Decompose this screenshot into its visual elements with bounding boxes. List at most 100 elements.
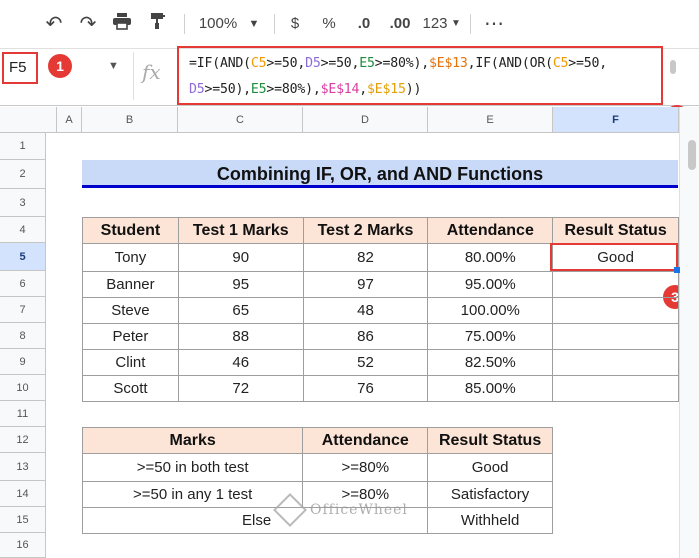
table-row: >=50 in both test >=80% Good [81, 453, 553, 482]
column-header-e[interactable]: E [428, 107, 553, 133]
table-cell[interactable]: Peter [82, 323, 179, 350]
table-cell[interactable]: Steve [82, 297, 179, 324]
currency-button[interactable]: $ [284, 12, 306, 36]
column-header-d[interactable]: D [303, 107, 428, 133]
criteria-header-cell: Marks [81, 427, 304, 454]
table-cell[interactable]: 97 [302, 271, 429, 298]
column-header-b[interactable]: B [82, 107, 178, 133]
chevron-down-icon[interactable]: ▼ [108, 60, 119, 72]
scrollbar-thumb[interactable] [670, 60, 676, 74]
row-header-14[interactable]: 14 [0, 481, 46, 507]
result-status-cell[interactable] [552, 271, 679, 298]
row-header-5[interactable]: 5 [0, 243, 46, 271]
more-options-icon[interactable]: ⋯ [482, 12, 506, 36]
table-cell[interactable]: 82.50% [427, 349, 554, 376]
table-cell[interactable]: Good [427, 453, 553, 482]
vertical-scrollbar[interactable] [679, 107, 699, 558]
undo-icon[interactable]: ↶ [42, 12, 66, 36]
column-header-f[interactable]: F [553, 107, 679, 133]
table-cell[interactable]: >=50 in any 1 test [81, 481, 304, 508]
result-status-cell[interactable] [552, 349, 679, 376]
selected-cell-highlight [550, 243, 678, 271]
column-header-cell: Result Status [552, 217, 679, 244]
table-cell[interactable]: Scott [82, 375, 179, 402]
row-header-1[interactable]: 1 [0, 133, 46, 160]
table-cell[interactable]: 85.00% [427, 375, 554, 402]
paint-format-icon[interactable] [146, 12, 170, 36]
table-cell[interactable]: 100.00% [427, 297, 554, 324]
table-cell[interactable]: Tony [82, 243, 179, 272]
print-icon[interactable] [110, 12, 134, 36]
formula-input[interactable]: =IF(AND(C5>=50,D5>=50,E5>=80%),$E$13,IF(… [177, 46, 663, 105]
table-cell[interactable]: Satisfactory [427, 481, 553, 508]
row-header-10[interactable]: 10 [0, 375, 46, 401]
table-cell[interactable]: 48 [302, 297, 429, 324]
table-cell[interactable]: >=50 in both test [81, 453, 304, 482]
formula-token: )) [405, 82, 422, 97]
table-cell[interactable]: 80.00% [427, 243, 554, 272]
table-cell[interactable]: 90 [177, 243, 304, 272]
zoom-select[interactable]: 100% [196, 12, 240, 36]
chevron-down-icon[interactable]: ▼ [246, 12, 262, 36]
column-header-c[interactable]: C [178, 107, 303, 133]
table-cell[interactable]: 76 [302, 375, 429, 402]
column-header-cell: Student [82, 217, 179, 244]
table-cell[interactable]: 86 [302, 323, 429, 350]
redo-icon[interactable]: ↷ [76, 12, 100, 36]
result-status-cell[interactable] [552, 375, 679, 402]
row-header-6[interactable]: 6 [0, 271, 46, 297]
row-header-8[interactable]: 8 [0, 323, 46, 349]
result-status-cell[interactable] [552, 323, 679, 350]
table-cell[interactable]: 82 [302, 243, 429, 272]
table-cell[interactable]: 88 [177, 323, 304, 350]
row-header-2[interactable]: 2 [0, 160, 46, 189]
sheet-title: Combining IF, OR, and AND Functions [82, 160, 678, 188]
row-header-9[interactable]: 9 [0, 349, 46, 375]
criteria-header-cell: Result Status [427, 427, 553, 454]
name-box[interactable]: F5 [2, 52, 38, 84]
row-header-4[interactable]: 4 [0, 217, 46, 243]
table-cell[interactable]: 75.00% [427, 323, 554, 350]
fx-icon: fx [142, 60, 161, 84]
fill-handle[interactable] [674, 267, 680, 273]
table-cell[interactable]: 46 [177, 349, 304, 376]
row-header-15[interactable]: 15 [0, 507, 46, 533]
formula-token: =IF(AND( [189, 56, 251, 71]
table-cell[interactable]: Withheld [427, 507, 553, 534]
formula-token: >=50), [204, 82, 251, 97]
more-formats-button[interactable]: 123 [420, 12, 450, 36]
table-cell[interactable]: Clint [82, 349, 179, 376]
column-header-cell: Attendance [427, 217, 554, 244]
result-status-cell[interactable] [552, 297, 679, 324]
table-cell[interactable]: 95 [177, 271, 304, 298]
formula-token: $E$13 [428, 56, 468, 71]
row-header-11[interactable]: 11 [0, 401, 46, 427]
chevron-down-icon[interactable]: ▼ [450, 12, 462, 36]
row-header-16[interactable]: 16 [0, 533, 46, 558]
column-header-a[interactable]: A [57, 107, 82, 133]
row-header-3[interactable]: 3 [0, 189, 46, 217]
formula-token: >=50, [568, 56, 607, 71]
table-cell[interactable]: Banner [82, 271, 179, 298]
table-cell[interactable]: >=80% [302, 453, 429, 482]
row-header-12[interactable]: 12 [0, 427, 46, 453]
table-cell[interactable]: 52 [302, 349, 429, 376]
toolbar: ↶ ↷ 100% ▼ $ % .0 .00 123 ▼ ⋯ [0, 0, 699, 48]
table-cell[interactable]: 72 [177, 375, 304, 402]
table-row: Banner 95 97 95.00% [82, 271, 679, 298]
formula-token: , [359, 82, 368, 97]
table-row: Peter 88 86 75.00% [82, 323, 679, 350]
table-row: Clint 46 52 82.50% [82, 349, 679, 376]
row-header-13[interactable]: 13 [0, 453, 46, 481]
scrollbar-thumb[interactable] [688, 140, 696, 170]
decrease-decimal-button[interactable]: .0 [352, 12, 376, 36]
increase-decimal-button[interactable]: .00 [386, 12, 414, 36]
row-header-7[interactable]: 7 [0, 297, 46, 323]
select-all-corner[interactable] [0, 107, 57, 133]
table-cell[interactable]: 65 [177, 297, 304, 324]
percent-button[interactable]: % [318, 12, 340, 36]
column-header-cell: Test 1 Marks [177, 217, 304, 244]
table-row: Scott 72 76 85.00% [82, 375, 679, 402]
formula-token: >=50, [266, 56, 306, 71]
table-cell[interactable]: 95.00% [427, 271, 554, 298]
